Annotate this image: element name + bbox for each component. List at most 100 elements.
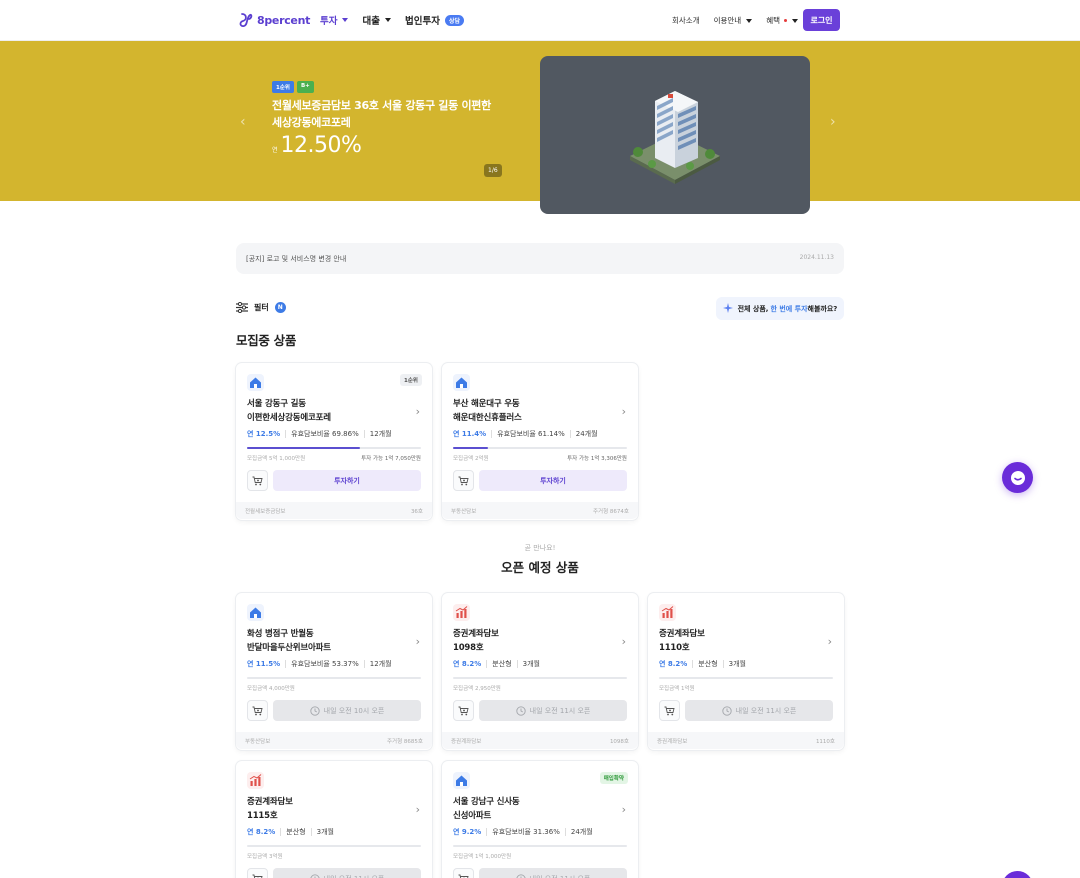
open-schedule-label: 내일 오전 11시 오픈 [530, 874, 591, 878]
open-schedule-button: 내일 오전 11시 오픈 [685, 700, 833, 721]
card-amount: 모집금액 2,950만원 [453, 686, 501, 692]
card-amount: 모집금액 3억원 [247, 854, 283, 860]
divider [569, 430, 571, 438]
chevron-right-icon[interactable]: › [416, 803, 420, 816]
chevron-right-icon[interactable]: › [416, 635, 420, 648]
divider [516, 660, 518, 668]
card-title-line2: 반달마을두산위브아파트 [247, 643, 331, 653]
card-title: 화성 병점구 반월동 반달마을두산위브아파트 [247, 627, 407, 655]
filter-button[interactable]: 필터 N [236, 302, 286, 313]
invest-button[interactable]: 투자하기 [479, 470, 627, 491]
product-card[interactable]: 화성 병점구 반월동 반달마을두산위브아파트 › 연 11.5% 유효담보비율 53.3… [236, 593, 432, 750]
product-card[interactable]: 부산 해운대구 우동 해운대한신휴플러스 › 연 11.4% 유효담보비율 61.14%… [442, 363, 638, 520]
funding-progress [453, 677, 627, 679]
cart-button[interactable] [453, 700, 474, 721]
card-term: 12개월 [369, 660, 392, 668]
notice-bar[interactable]: [공지] 로고 및 서비스명 변경 안내 2024.11.13 [236, 243, 844, 274]
clock-icon [310, 705, 320, 716]
open-schedule-button: 내일 오전 10시 오픈 [273, 700, 421, 721]
funding-progress [453, 447, 627, 449]
card-footer-type: 부동산담보 [245, 739, 271, 745]
open-schedule-button: 내일 오전 11시 오픈 [479, 868, 627, 878]
chevron-left-icon[interactable]: ‹ [240, 114, 246, 130]
chevron-right-icon[interactable]: › [622, 405, 626, 418]
product-card[interactable]: 증권계좌담보 1110호 › 연 8.2% 분산형 3개월 모집금액 1억원 내일 오전 11… [648, 593, 844, 750]
cart-button[interactable] [247, 470, 268, 491]
chevron-down-icon [342, 18, 349, 22]
chevron-right-icon[interactable]: › [828, 635, 832, 648]
nav-invest[interactable]: 투자 [320, 13, 349, 27]
notice-date: 2024.11.13 [799, 254, 834, 261]
card-title: 부산 해운대구 우동 해운대한신휴플러스 [453, 397, 613, 425]
cart-button[interactable] [247, 868, 268, 878]
hero-rate: 연 12.50% [272, 133, 362, 158]
card-footer: 증권계좌담보 1098호 [442, 732, 638, 749]
chevron-right-icon[interactable]: › [830, 114, 836, 130]
product-card[interactable]: 매입확약 서울 강남구 신사동 신성아파트 › 연 9.2% 유효담보비율 31.36% 2… [442, 761, 638, 878]
product-card[interactable]: 증권계좌담보 1098호 › 연 8.2% 분산형 3개월모집금액 2,950만원내일 오… [442, 593, 638, 750]
funding-progress [247, 845, 421, 847]
cart-icon [458, 706, 469, 715]
chat-button[interactable] [1002, 462, 1033, 493]
open-section-subtitle: 곧 만나요! [524, 544, 556, 552]
divider [692, 660, 694, 668]
card-amount: 모집금액 4,000만원 [247, 686, 295, 692]
product-card[interactable]: 1순위 서울 강동구 길동 이편한세상강동에코포레 › 연 12.5% 유효담보비율 69… [236, 363, 432, 520]
divider [285, 660, 287, 668]
card-title-line2: 1110호 [659, 643, 690, 653]
cart-icon [252, 476, 263, 485]
card-footer-number: 1110호 [815, 739, 835, 745]
cart-button[interactable] [453, 470, 474, 491]
funding-progress-fill [453, 447, 488, 449]
card-term: 3개월 [522, 660, 540, 668]
invest-all-post: 해볼까요? [807, 304, 838, 313]
card-ratio: 유효담보비율 69.86% [291, 430, 359, 438]
nav-corporate-invest[interactable]: 법인투자 상담 [405, 13, 464, 27]
login-button[interactable]: 로그인 [803, 9, 840, 31]
chevron-right-icon[interactable]: › [622, 803, 626, 816]
card-ratio: 유효담보비율 61.14% [497, 430, 565, 438]
invest-button[interactable]: 투자하기 [273, 470, 421, 491]
card-rate: 연 11.5% [247, 660, 281, 668]
card-meta: 연 9.2% 유효담보비율 31.36% 24개월 [453, 827, 593, 837]
card-meta: 연 8.2% 분산형 3개월 [453, 659, 540, 669]
card-footer-type: 증권계좌담보 [451, 739, 482, 745]
card-title-line1: 증권계좌담보 [659, 629, 705, 639]
card-rate: 연 9.2% [453, 828, 482, 836]
logo[interactable]: 8percent [239, 12, 310, 28]
chat-icon [1010, 470, 1025, 485]
new-dot-icon [784, 19, 788, 22]
house-icon [453, 772, 470, 789]
nav-loan[interactable]: 대출 [362, 13, 391, 27]
cart-button[interactable] [453, 868, 474, 878]
card-available: 투자 가능 1억 7,050만원 [361, 456, 421, 462]
card-footer: 전월세보증금담보 36호 [236, 502, 432, 519]
card-title-line1: 서울 강동구 길동 [247, 399, 306, 409]
cart-icon [664, 706, 675, 715]
cart-button[interactable] [659, 700, 680, 721]
hero-pager: 1/6 [484, 164, 502, 177]
chevron-right-icon[interactable]: › [416, 405, 420, 418]
hero-banner[interactable]: ‹ › 1순위 B+ 전월세보증금담보 36호 서울 강동구 길동 이편한세상강… [0, 41, 1080, 214]
product-card[interactable]: 증권계좌담보 1115호 › 연 8.2% 분산형 3개월모집금액 3억원내일 오전 11… [236, 761, 432, 878]
open-schedule-label: 내일 오전 11시 오픈 [324, 874, 385, 878]
open-schedule-label: 내일 오전 11시 오픈 [735, 706, 797, 715]
card-title-line1: 증권계좌담보 [453, 629, 499, 639]
cart-button[interactable] [247, 700, 268, 721]
card-footer-type: 증권계좌담보 [657, 739, 688, 745]
nav-company[interactable]: 회사소개 [672, 15, 700, 26]
nav-guide[interactable]: 이용안내 [714, 15, 753, 26]
nav-benefits[interactable]: 혜택 [766, 15, 799, 26]
divider [486, 660, 488, 668]
card-meta: 연 8.2% 분산형 3개월 [247, 827, 334, 837]
card-title-line1: 서울 강남구 신사동 [453, 797, 520, 807]
nav-invest-label: 투자 [320, 16, 338, 27]
open-schedule-label: 내일 오전 11시 오픈 [529, 706, 591, 715]
card-term: 3개월 [728, 660, 746, 668]
scroll-top-button[interactable] [1002, 871, 1033, 878]
invest-all-button[interactable]: 전체 상품, 한 번에 투자 해볼까요? [716, 297, 844, 320]
open-schedule-button: 내일 오전 11시 오픈 [479, 700, 627, 721]
chevron-right-icon[interactable]: › [622, 635, 626, 648]
card-title-line1: 증권계좌담보 [247, 797, 293, 807]
card-term: 24개월 [570, 828, 593, 836]
